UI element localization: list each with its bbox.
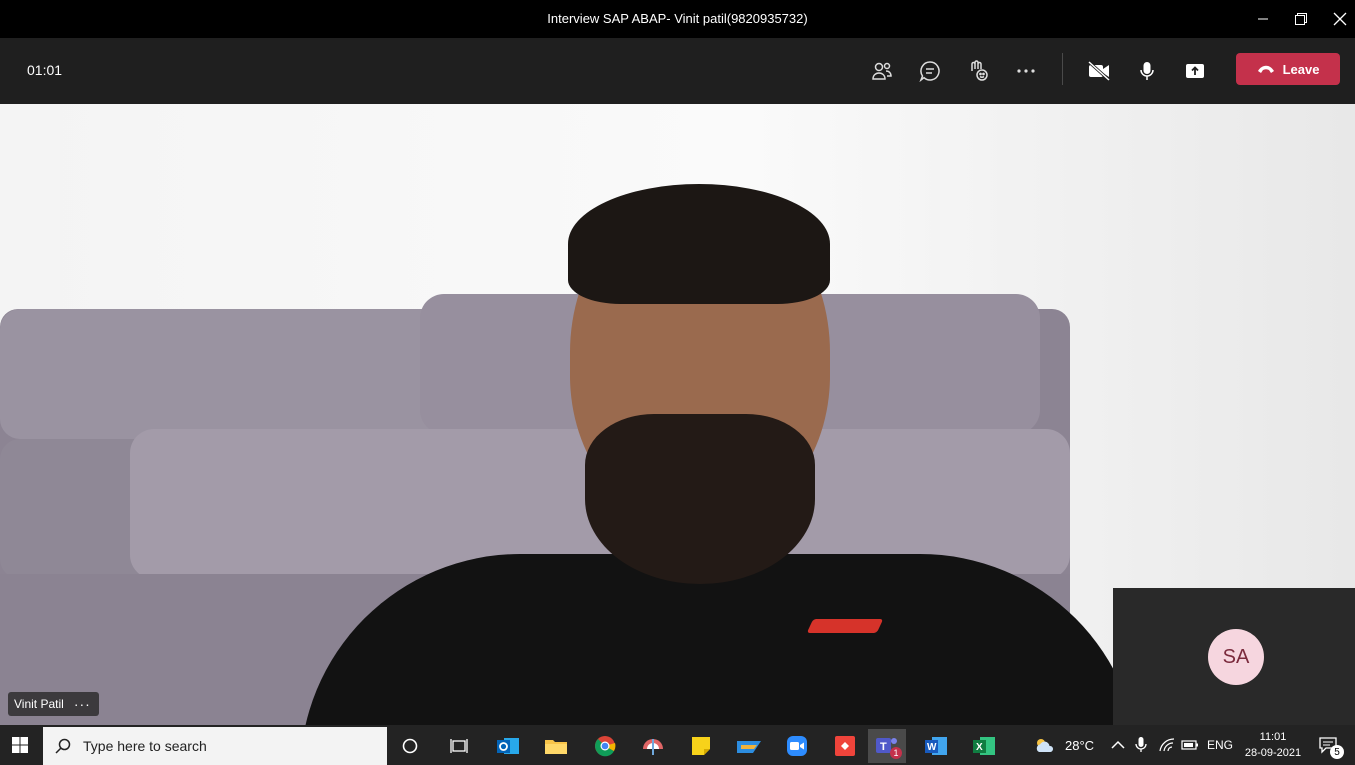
restore-button[interactable] bbox=[1281, 0, 1321, 38]
sap-gui-app[interactable] bbox=[634, 729, 672, 763]
minimize-button[interactable] bbox=[1243, 0, 1283, 38]
participant-hair bbox=[568, 184, 830, 304]
excel-app[interactable]: X bbox=[965, 729, 1003, 763]
zoom-icon bbox=[787, 736, 807, 756]
anydesk-app[interactable] bbox=[826, 729, 864, 763]
chrome-icon bbox=[595, 736, 616, 757]
chevron-up-icon bbox=[1111, 740, 1125, 749]
outlook-icon bbox=[497, 738, 519, 754]
search-icon bbox=[55, 738, 71, 754]
participant-name: Vinit Patil bbox=[14, 697, 64, 711]
title-bar: Interview SAP ABAP- Vinit patil(98209357… bbox=[0, 0, 1355, 38]
minimize-icon bbox=[1258, 18, 1268, 20]
windows-icon bbox=[12, 737, 28, 753]
notification-center-button[interactable]: 5 bbox=[1318, 725, 1344, 765]
more-icon bbox=[1017, 69, 1035, 73]
network-tray[interactable] bbox=[1159, 725, 1175, 765]
weather-temperature: 28°C bbox=[1065, 737, 1095, 753]
chrome-app[interactable] bbox=[586, 729, 624, 763]
camera-off-icon bbox=[1087, 60, 1111, 82]
mic-toggle-button[interactable] bbox=[1129, 53, 1165, 89]
participant-beard bbox=[585, 414, 815, 584]
participant-name-tag[interactable]: Vinit Patil ··· bbox=[8, 692, 99, 716]
share-content-button[interactable] bbox=[1177, 53, 1213, 89]
mic-icon bbox=[1140, 62, 1154, 80]
file-explorer-app[interactable] bbox=[537, 729, 575, 763]
video-stage: Vinit Patil ··· SA bbox=[0, 104, 1355, 725]
task-view-icon bbox=[450, 739, 468, 753]
self-view-tile[interactable]: SA bbox=[1113, 588, 1355, 725]
anydesk-icon bbox=[835, 736, 855, 756]
sticky-notes-icon bbox=[692, 737, 710, 755]
close-button[interactable] bbox=[1320, 0, 1355, 38]
svg-text:X: X bbox=[976, 742, 983, 753]
clock-time: 11:01 bbox=[1259, 731, 1287, 743]
task-view-button[interactable] bbox=[440, 729, 478, 763]
reactions-icon bbox=[971, 60, 988, 81]
chat-button[interactable] bbox=[912, 53, 948, 89]
language-indicator[interactable]: ENG bbox=[1207, 725, 1233, 765]
microphone-icon bbox=[1135, 737, 1147, 752]
wifi-icon bbox=[1159, 738, 1175, 752]
shirt-logo bbox=[806, 619, 884, 633]
camera-toggle-button[interactable] bbox=[1081, 53, 1117, 89]
leave-label: Leave bbox=[1282, 61, 1320, 77]
battery-icon bbox=[1181, 740, 1198, 750]
more-actions-button[interactable] bbox=[1008, 53, 1044, 89]
leave-button[interactable]: Leave bbox=[1236, 53, 1340, 85]
reactions-button[interactable] bbox=[960, 53, 996, 89]
share-icon bbox=[1186, 64, 1204, 78]
window-title: Interview SAP ABAP- Vinit patil(98209357… bbox=[547, 11, 808, 26]
word-app[interactable]: W bbox=[917, 729, 955, 763]
taskbar-search[interactable]: Type here to search bbox=[43, 727, 387, 765]
battery-tray[interactable] bbox=[1181, 725, 1199, 765]
close-icon bbox=[1333, 12, 1347, 26]
cortana-button[interactable] bbox=[391, 729, 429, 763]
participant-more-icon[interactable]: ··· bbox=[74, 696, 91, 712]
excel-icon: X bbox=[973, 737, 995, 755]
clock-date: 28-09-2021 bbox=[1244, 747, 1302, 759]
partly-cloudy-icon bbox=[1036, 739, 1054, 752]
sticky-notes-app[interactable] bbox=[682, 729, 720, 763]
sap-icon bbox=[737, 741, 761, 753]
weather-widget[interactable]: 28°C bbox=[1033, 725, 1094, 765]
search-placeholder: Type here to search bbox=[83, 738, 207, 754]
svg-text:W: W bbox=[927, 742, 937, 753]
teams-app[interactable]: T 1 bbox=[868, 729, 906, 763]
microphone-tray[interactable] bbox=[1135, 725, 1147, 765]
folder-icon bbox=[545, 740, 567, 754]
meeting-timer: 01:01 bbox=[27, 62, 63, 78]
show-hidden-icons-button[interactable] bbox=[1111, 725, 1125, 765]
system-clock[interactable]: 11:01 28-09-2021 bbox=[1240, 729, 1306, 761]
zoom-app[interactable] bbox=[778, 729, 816, 763]
participant-video bbox=[300, 144, 1140, 725]
phone-icon bbox=[1257, 65, 1274, 73]
participants-button[interactable] bbox=[864, 53, 900, 89]
avatar: SA bbox=[1208, 629, 1264, 685]
word-icon: W bbox=[925, 737, 947, 755]
notification-count-badge: 5 bbox=[1330, 745, 1344, 759]
sap-logon-icon bbox=[643, 739, 663, 755]
taskbar: Type here to search T 1 W X 28°C ENG 11:… bbox=[0, 725, 1355, 765]
chat-icon bbox=[919, 61, 940, 82]
toolbar-divider bbox=[1062, 53, 1063, 85]
cortana-icon bbox=[402, 738, 418, 754]
sap-app[interactable] bbox=[730, 729, 768, 763]
outlook-app[interactable] bbox=[489, 729, 527, 763]
participants-icon bbox=[872, 62, 892, 80]
restore-icon bbox=[1295, 13, 1307, 25]
teams-notification-badge: 1 bbox=[890, 747, 902, 759]
start-button[interactable] bbox=[0, 725, 40, 765]
meeting-toolbar: 01:01 Leave bbox=[0, 38, 1355, 104]
svg-text:T: T bbox=[880, 741, 887, 753]
